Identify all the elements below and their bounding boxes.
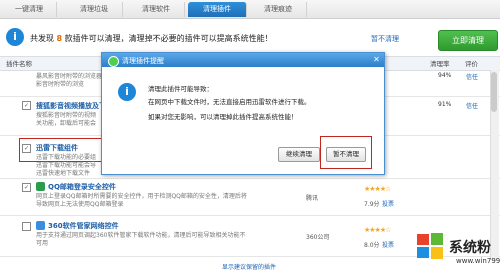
publisher: 腾讯 bbox=[306, 195, 319, 202]
vote-link[interactable]: 投票 bbox=[382, 199, 394, 208]
dialog-line-3: 如果对您无影响，可以清理掉此插件提高系统性能！ bbox=[148, 113, 298, 121]
clean-now-button[interactable]: 立即清理 bbox=[438, 30, 498, 51]
dialog-line-1: 清理此插件可能导致： bbox=[148, 85, 213, 93]
tab-bar: 一键清理 清理垃圾 清理软件 清理插件 清理痕迹 bbox=[0, 0, 500, 19]
info-icon: i bbox=[118, 83, 136, 101]
plugin-desc: 网页上登录QQ邮箱时所需要的安全控件，用于检测QQ邮箱的安全性，清理后将 导致网页… bbox=[36, 193, 247, 208]
rating-stars: ★★★★☆ bbox=[364, 185, 391, 193]
tab-clean-software[interactable]: 清理软件 bbox=[128, 2, 185, 17]
row-checkbox[interactable] bbox=[22, 222, 31, 231]
row-checkbox[interactable]: ✓ bbox=[22, 183, 31, 192]
plugin-desc: 用于支持通过网页调起360软件管家下载软件功能，清理后可能导致相关功能不 可用 bbox=[36, 232, 246, 247]
plugin-desc: 暴风影音时附带的浏览器 影音时附带的浏览 bbox=[36, 73, 103, 88]
info-icon: i bbox=[6, 28, 24, 46]
tab-clean-plugins[interactable]: 清理插件 bbox=[188, 2, 247, 17]
windows-logo-icon bbox=[416, 232, 444, 262]
tab-clean-traces[interactable]: 清理痕迹 bbox=[250, 2, 307, 17]
skip-clean-button[interactable]: 暂不清理 bbox=[326, 147, 366, 162]
tab-one-click-clean[interactable]: 一键清理 bbox=[2, 2, 57, 17]
clean-rate: 91% bbox=[438, 101, 452, 108]
rating-stars: ★★★★☆ bbox=[364, 226, 391, 234]
trust-link[interactable]: 信任 bbox=[466, 101, 478, 110]
notice-text: 共发现 8 款插件可以清理，清理掉不必要的插件可以提高系统性能！ bbox=[30, 33, 273, 44]
dialog-title: 清理插件提醒 bbox=[122, 57, 164, 65]
plugin-title: 迅雷下载组件 bbox=[36, 144, 78, 152]
plugin-count: 8 bbox=[56, 34, 63, 43]
scrollbar-thumb[interactable] bbox=[491, 72, 497, 112]
row-checkbox[interactable]: ✓ bbox=[22, 144, 31, 153]
qq-mail-icon bbox=[36, 182, 45, 191]
col-plugin-name[interactable]: 插件名称 bbox=[6, 58, 32, 68]
trust-link[interactable]: 信任 bbox=[466, 72, 478, 81]
row-checkbox[interactable]: ✓ bbox=[22, 101, 31, 110]
rating-score: 8.0分 bbox=[364, 242, 380, 249]
col-clean-rate[interactable]: 清理率 bbox=[430, 58, 450, 68]
later-button-top[interactable]: 暂不清理 bbox=[371, 34, 399, 44]
watermark-url: www.win7999.com bbox=[456, 257, 500, 265]
plugin-desc: 迅雷下载功能的必要组 迅雷下载功能可能会导 迅雷快速地下载文件 bbox=[36, 154, 97, 177]
clean-rate: 94% bbox=[438, 72, 452, 79]
continue-clean-button[interactable]: 继续清理 bbox=[278, 147, 320, 162]
close-icon[interactable]: ✕ bbox=[371, 54, 382, 65]
dialog-line-2: 在网页中下载文件时，无法直接启用迅雷软件进行下载。 bbox=[148, 98, 311, 106]
watermark-name: 系统粉 bbox=[449, 240, 491, 256]
rating-score: 7.9分 bbox=[364, 201, 380, 208]
vote-link[interactable]: 投票 bbox=[382, 240, 394, 249]
plugin-desc: 搜狐影音时附带的视频 关功能，卸载后可能会 bbox=[36, 112, 97, 127]
publisher: 360公司 bbox=[306, 234, 330, 241]
notice-prefix: 共发现 bbox=[30, 34, 54, 43]
plugin-title: 搜狐影音视频播放及下 bbox=[36, 102, 106, 110]
notice-suffix: 款插件可以清理，清理掉不必要的插件可以提高系统性能！ bbox=[64, 34, 273, 43]
show-kept-plugins-link[interactable]: 显示建议保留的插件 bbox=[222, 262, 276, 271]
clean-plugin-dialog: 清理插件提醒 ✕ i 清理此插件可能导致： 在网页中下载文件时，无法直接启用迅雷… bbox=[101, 52, 385, 175]
plugin-title: QQ邮箱登录安全控件 bbox=[48, 183, 116, 191]
shield-icon bbox=[108, 56, 119, 67]
tab-clean-junk[interactable]: 清理垃圾 bbox=[66, 2, 123, 17]
plugin-title: 360软件管家网络控件 bbox=[48, 222, 119, 230]
col-rating[interactable]: 评价 bbox=[465, 58, 478, 68]
360-icon bbox=[36, 221, 45, 230]
